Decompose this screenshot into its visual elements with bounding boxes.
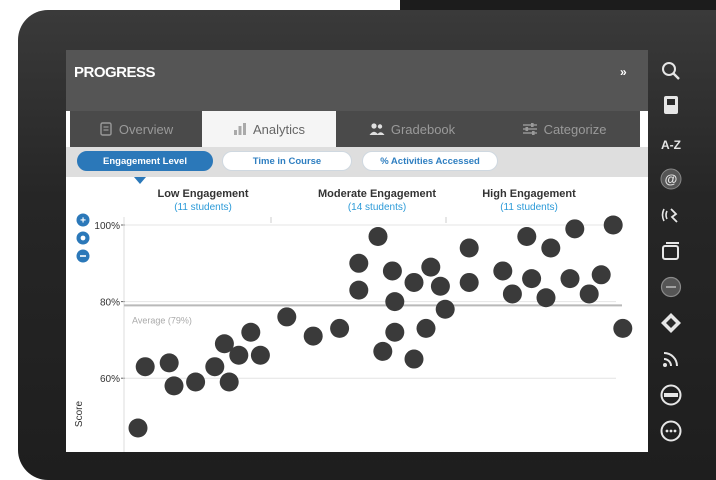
student-point[interactable] xyxy=(164,376,184,396)
group-title: High Engagement xyxy=(482,188,576,200)
student-point[interactable] xyxy=(560,269,580,289)
student-point[interactable] xyxy=(229,345,249,365)
app-screen: PROGRESS » Overview Analytics Gradebook xyxy=(66,50,648,452)
tab-categorize-label: Categorize xyxy=(543,121,607,137)
student-point[interactable] xyxy=(541,238,561,258)
data-points xyxy=(128,215,633,438)
filter-engagement-level[interactable]: Engagement Level xyxy=(77,151,213,171)
student-point[interactable] xyxy=(591,265,611,285)
filter-bar: Engagement Level Time in Course % Activi… xyxy=(66,147,648,177)
tab-gradebook-label: Gradebook xyxy=(390,121,456,137)
svg-text:+: + xyxy=(80,216,86,227)
active-filter-caret xyxy=(134,177,146,184)
bar-chart-icon xyxy=(233,122,247,136)
group-count: (11 students) xyxy=(174,202,232,213)
tab-bar: Overview Analytics Gradebook Categorize xyxy=(70,111,642,147)
student-point[interactable] xyxy=(219,372,239,392)
audio-icon[interactable] xyxy=(660,204,682,226)
student-point[interactable] xyxy=(416,318,436,338)
zoom-controls: + xyxy=(76,213,90,263)
double-chevron-right-icon[interactable]: » xyxy=(620,65,627,79)
student-point[interactable] xyxy=(250,345,270,365)
group-count: (11 students) xyxy=(500,202,558,213)
student-point[interactable] xyxy=(421,257,441,277)
group-headers: Low Engagement (11 students) Moderate Enga… xyxy=(157,188,576,213)
student-point[interactable] xyxy=(382,261,402,281)
notebook-icon[interactable] xyxy=(660,94,682,116)
circle-badge-icon[interactable] xyxy=(660,276,682,298)
student-point[interactable] xyxy=(128,418,148,438)
student-point[interactable] xyxy=(536,288,556,308)
y-axis-label: Score xyxy=(74,401,85,428)
header: PROGRESS » xyxy=(66,50,648,111)
document-icon xyxy=(99,122,113,136)
tab-overview[interactable]: Overview xyxy=(70,111,202,147)
cards-icon[interactable] xyxy=(660,240,682,262)
filter-time-in-course[interactable]: Time in Course xyxy=(222,151,352,171)
student-point[interactable] xyxy=(502,284,522,304)
student-point[interactable] xyxy=(368,226,388,246)
tab-overview-label: Overview xyxy=(118,121,174,137)
student-point[interactable] xyxy=(135,357,155,377)
student-point[interactable] xyxy=(459,238,479,258)
student-point[interactable] xyxy=(613,318,633,338)
tab-analytics[interactable]: Analytics xyxy=(202,111,336,147)
student-point[interactable] xyxy=(517,226,537,246)
student-point[interactable] xyxy=(435,299,455,319)
student-point[interactable] xyxy=(277,307,297,327)
tab-gradebook[interactable]: Gradebook xyxy=(336,111,488,147)
student-point[interactable] xyxy=(565,219,585,239)
engagement-scatter-chart: + 100% 80% 60% 40% Average (79%) Low Engagem… xyxy=(74,177,633,452)
chat-icon[interactable] xyxy=(660,420,682,442)
y-tick-label: 80% xyxy=(100,298,120,309)
at-sign-icon[interactable]: @ xyxy=(660,168,682,190)
diamond-icon[interactable] xyxy=(660,312,682,334)
search-icon[interactable] xyxy=(660,60,682,82)
tab-analytics-label: Analytics xyxy=(252,121,306,137)
people-icon xyxy=(369,122,385,136)
student-point[interactable] xyxy=(241,322,261,342)
student-point[interactable] xyxy=(579,284,599,304)
student-point[interactable] xyxy=(603,215,623,235)
student-point[interactable] xyxy=(493,261,513,281)
a-z-icon[interactable]: A-Z xyxy=(660,134,682,156)
y-tick-label: 60% xyxy=(100,374,120,385)
group-title: Low Engagement xyxy=(157,188,248,200)
wifi-icon[interactable] xyxy=(660,348,682,370)
student-point[interactable] xyxy=(186,372,206,392)
student-point[interactable] xyxy=(159,353,179,373)
filter-activities-accessed[interactable]: % Activities Accessed xyxy=(362,151,498,171)
page-title: PROGRESS xyxy=(74,64,156,81)
student-point[interactable] xyxy=(404,349,424,369)
student-point[interactable] xyxy=(349,280,369,300)
svg-text:@: @ xyxy=(665,172,678,187)
student-point[interactable] xyxy=(205,357,225,377)
student-point[interactable] xyxy=(349,253,369,273)
y-tick-label: 100% xyxy=(94,221,120,232)
sliders-icon xyxy=(522,122,538,136)
student-point[interactable] xyxy=(404,272,424,292)
student-point[interactable] xyxy=(430,276,450,296)
student-point[interactable] xyxy=(522,269,542,289)
tab-categorize[interactable]: Categorize xyxy=(488,111,640,147)
student-point[interactable] xyxy=(373,341,393,361)
student-point[interactable] xyxy=(385,322,405,342)
student-point[interactable] xyxy=(385,292,405,312)
student-point[interactable] xyxy=(303,326,323,346)
student-point[interactable] xyxy=(459,272,479,292)
knowledge-icon[interactable] xyxy=(660,384,682,406)
tool-sidebar: A-Z @ xyxy=(648,50,704,452)
y-tick-label: 40% xyxy=(100,451,120,452)
top-strip xyxy=(320,0,716,10)
student-point[interactable] xyxy=(330,318,350,338)
group-count: (14 students) xyxy=(348,202,406,213)
average-label: Average (79%) xyxy=(132,315,192,325)
group-title: Moderate Engagement xyxy=(318,188,436,200)
